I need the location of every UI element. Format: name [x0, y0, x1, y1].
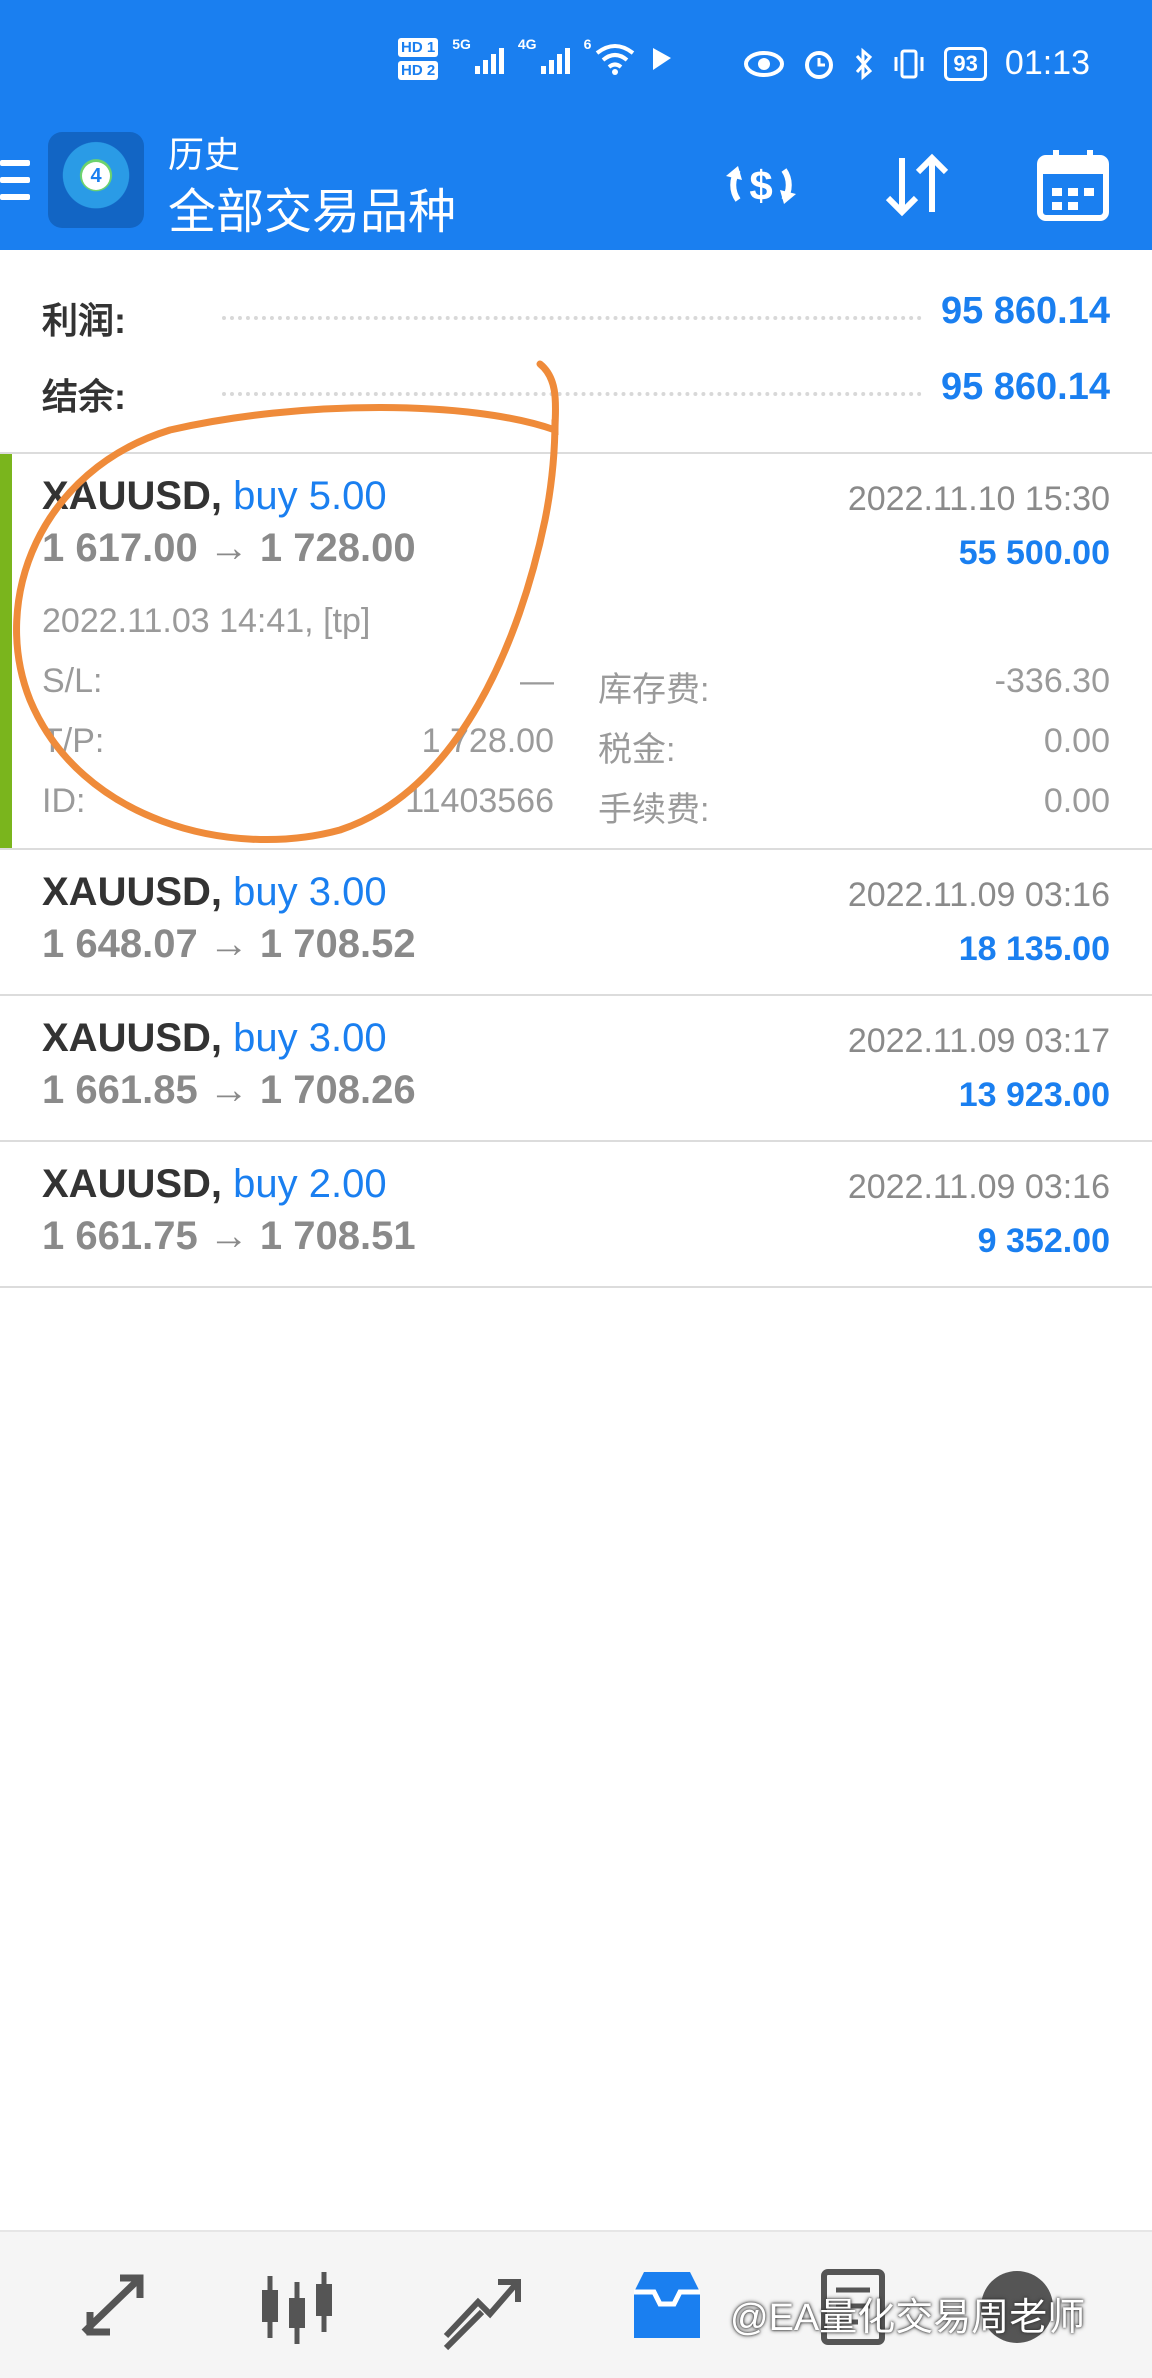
fee-value: 0.00	[1043, 782, 1110, 820]
deal-prices: 1 661.75 → 1 708.51	[42, 1214, 416, 1258]
chart-icon[interactable]	[252, 2262, 342, 2352]
vibrate-icon	[894, 49, 924, 78]
network-5g-label: 5G	[452, 36, 471, 52]
symbol-text: XAUUSD,	[42, 1016, 223, 1060]
deal-close-time: 2022.11.10 15:30	[847, 480, 1110, 518]
calendar-icon[interactable]	[1028, 140, 1118, 230]
deal-prices: 1 648.07 → 1 708.52	[42, 922, 416, 966]
hd2-badge: HD 2	[398, 61, 439, 80]
svg-text:$: $	[749, 162, 772, 209]
wifi-icon	[596, 44, 635, 75]
network-4g-label: 4G	[517, 36, 537, 52]
deal-row[interactable]: XAUUSD, buy 3.00 1 648.07 → 1 708.52 202…	[0, 850, 1152, 994]
deal-profit: 55 500.00	[958, 534, 1110, 572]
symbol-text: XAUUSD,	[42, 870, 223, 914]
selection-accent-bar	[0, 454, 12, 848]
id-label: ID:	[42, 782, 86, 820]
dotted-leader	[222, 392, 922, 396]
metatrader-logo-icon: 4	[48, 132, 144, 228]
alarm-icon	[805, 50, 834, 79]
app-bar: 4 历史 全部交易品种 $	[0, 120, 1152, 250]
deal-side-volume: buy 5.00	[233, 474, 387, 518]
deal-close-time: 2022.11.09 03:16	[847, 876, 1110, 914]
divider	[0, 1286, 1152, 1288]
deal-side-volume: buy 3.00	[233, 870, 387, 914]
signal-strength-icon	[474, 44, 504, 74]
deal-symbol: XAUUSD, buy 3.00	[42, 1016, 387, 1061]
top-bar: HD 1 HD 2 5G 4G 6 93 01:13 4 历史 全部交易品种 $	[0, 0, 1152, 250]
deal-row[interactable]: XAUUSD, buy 2.00 1 661.75 → 1 708.51 202…	[0, 1142, 1152, 1286]
status-time: 01:13	[1004, 44, 1090, 82]
status-bar: HD 1 HD 2 5G 4G 6 93 01:13	[0, 0, 1152, 120]
sl-label: S/L:	[42, 662, 103, 700]
currency-swap-icon[interactable]: $	[716, 140, 806, 230]
sort-icon[interactable]	[872, 140, 962, 230]
balance-label: 结余:	[42, 376, 126, 417]
deal-open-time: 2022.11.03 14:41, [tp]	[42, 602, 371, 640]
dotted-leader	[222, 316, 922, 320]
deal-profit: 13 923.00	[958, 1076, 1110, 1114]
tax-value: 0.00	[1043, 722, 1110, 760]
trade-icon[interactable]	[436, 2262, 526, 2352]
symbol-text: XAUUSD,	[42, 1162, 223, 1206]
deal-symbol: XAUUSD, buy 3.00	[42, 870, 387, 915]
deal-close-time: 2022.11.09 03:16	[847, 1168, 1110, 1206]
deal-symbol: XAUUSD, buy 2.00	[42, 1162, 387, 1207]
deal-symbol: XAUUSD, buy 5.00	[42, 474, 387, 519]
page-title: 历史	[168, 134, 241, 175]
location-icon	[653, 48, 672, 70]
bluetooth-icon	[856, 47, 873, 80]
tp-value: 1 728.00	[421, 722, 554, 760]
hd1-badge: HD 1	[398, 38, 439, 57]
watermark: @EA量化交易周老师	[730, 2297, 1086, 2339]
deal-prices: 1 661.85 → 1 708.26	[42, 1068, 416, 1112]
status-left-icons: HD 1 HD 2 5G 4G 6	[398, 36, 675, 82]
wifi-6-label: 6	[583, 36, 592, 52]
profit-label: 利润:	[42, 300, 126, 341]
sl-value: —	[520, 662, 554, 700]
quotes-icon[interactable]	[70, 2262, 160, 2352]
deal-prices: 1 617.00 → 1 728.00	[42, 526, 416, 570]
eye-icon	[744, 50, 785, 77]
deal-side-volume: buy 2.00	[233, 1162, 387, 1206]
deal-row[interactable]: XAUUSD, buy 3.00 1 661.85 → 1 708.26 202…	[0, 996, 1152, 1140]
balance-value: 95 860.14	[940, 366, 1110, 408]
profit-value: 95 860.14	[940, 290, 1110, 332]
deal-row-expanded[interactable]: XAUUSD, buy 5.00 1 617.00 → 1 728.00 202…	[0, 454, 1152, 848]
battery-indicator: 93	[944, 46, 987, 81]
hd-badges: HD 1 HD 2	[398, 36, 439, 82]
history-icon[interactable]	[622, 2262, 712, 2352]
swap-label: 库存费:	[598, 671, 710, 709]
tax-label: 税金:	[598, 731, 676, 769]
status-right-icons: 93 01:13	[744, 44, 1090, 83]
symbol-filter-selector[interactable]: 全部交易品种	[168, 172, 456, 242]
profit-row: 利润: 95 860.14	[42, 284, 1110, 344]
signal-strength-icon-2	[540, 44, 570, 74]
deal-profit: 18 135.00	[958, 930, 1110, 968]
menu-icon[interactable]	[0, 160, 30, 211]
balance-row: 结余: 95 860.14	[42, 360, 1110, 420]
deal-side-volume: buy 3.00	[233, 1016, 387, 1060]
swap-value: -336.30	[994, 662, 1110, 700]
deal-close-time: 2022.11.09 03:17	[847, 1022, 1110, 1060]
id-value: 11403566	[405, 782, 554, 820]
symbol-text: XAUUSD,	[42, 474, 223, 518]
fee-label: 手续费:	[598, 791, 710, 829]
deal-profit: 9 352.00	[977, 1222, 1110, 1260]
tp-label: T/P:	[42, 722, 105, 760]
